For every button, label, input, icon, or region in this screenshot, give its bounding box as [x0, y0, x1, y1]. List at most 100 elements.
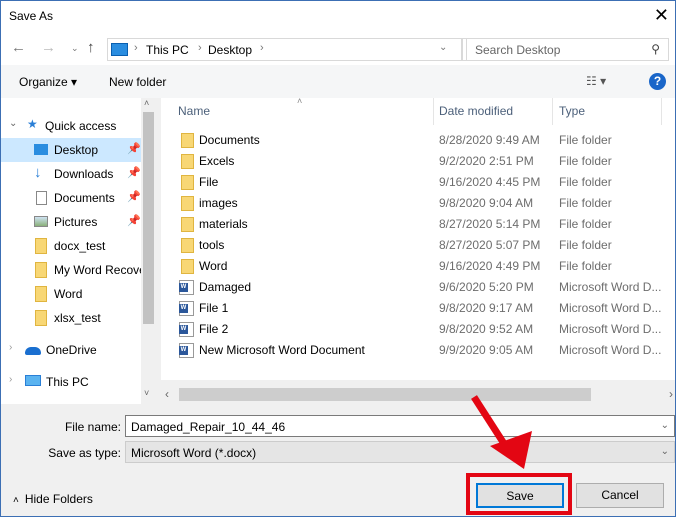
close-icon[interactable]: ✕	[654, 5, 669, 26]
scroll-up-icon[interactable]: ˄	[144, 98, 149, 108]
column-header-name[interactable]: Name	[178, 104, 210, 118]
scroll-left-icon[interactable]: ‹	[165, 387, 169, 401]
file-type: Microsoft Word D...	[559, 301, 662, 315]
horizontal-scrollbar[interactable]: ‹ ›	[161, 386, 675, 404]
breadcrumb-desktop[interactable]: Desktop	[208, 43, 252, 57]
sidebar-item-documents[interactable]: Documents 📌	[1, 186, 141, 210]
save-type-select[interactable]: Microsoft Word (*.docx) ⌄	[125, 441, 675, 463]
scroll-right-icon[interactable]: ›	[669, 387, 673, 401]
file-name: tools	[199, 238, 225, 252]
back-arrow-icon[interactable]: ←	[11, 39, 26, 56]
file-row[interactable]: Word 9/16/2020 4:49 PM File folder	[161, 255, 675, 276]
pin-icon: 📌	[127, 143, 141, 155]
word-document-icon: W	[179, 343, 194, 358]
sidebar-label: xlsx_test	[54, 311, 101, 325]
file-type: File folder	[559, 238, 612, 252]
up-arrow-icon[interactable]: ↑	[87, 39, 95, 56]
column-header-type[interactable]: Type	[559, 104, 585, 118]
sidebar-item-quick-access[interactable]: ⌄ ★ Quick access	[1, 114, 141, 138]
file-type: File folder	[559, 259, 612, 273]
file-row[interactable]: W File 1 9/8/2020 9:17 AM Microsoft Word D.…	[161, 297, 675, 318]
search-placeholder: Search Desktop	[475, 43, 561, 57]
filename-input[interactable]: Damaged_Repair_10_44_46 ⌄	[125, 415, 675, 437]
file-type: File folder	[559, 175, 612, 189]
file-type: File folder	[559, 133, 612, 147]
this-pc-icon	[111, 43, 128, 56]
help-icon[interactable]: ?	[649, 73, 666, 90]
sidebar-label: Downloads	[54, 167, 114, 181]
cloud-icon	[25, 347, 41, 355]
scroll-down-icon[interactable]: ˅	[144, 388, 149, 398]
save-type-label: Save as type:	[48, 446, 121, 460]
document-icon	[36, 191, 47, 205]
file-row[interactable]: Documents 8/28/2020 9:49 AM File folder	[161, 129, 675, 150]
sidebar-item-word[interactable]: Word	[1, 282, 141, 306]
file-name: New Microsoft Word Document	[199, 343, 365, 357]
sidebar-label: This PC	[46, 375, 89, 389]
organize-button[interactable]: Organize ▾	[19, 75, 77, 89]
chevron-down-icon[interactable]: ⌄	[661, 446, 669, 457]
file-date: 9/8/2020 9:04 AM	[439, 196, 534, 210]
sidebar-scrollbar[interactable]: ˄ ˅	[141, 98, 156, 404]
hide-folders-button[interactable]: ˄ Hide Folders	[13, 492, 93, 506]
file-row[interactable]: W New Microsoft Word Document 9/9/2020 9:0…	[161, 339, 675, 360]
folder-icon	[181, 259, 194, 274]
file-date: 8/28/2020 9:49 AM	[439, 133, 540, 147]
sidebar-label: Desktop	[54, 143, 99, 157]
chevron-down-icon[interactable]: ⌄	[9, 118, 17, 129]
folder-icon	[181, 154, 194, 169]
sidebar-item-docx-test[interactable]: docx_test	[1, 234, 141, 258]
sidebar-item-my-word-recovery[interactable]: My Word Recove	[1, 258, 141, 282]
folder-icon	[35, 262, 47, 278]
file-name: images	[199, 196, 238, 210]
chevron-down-icon[interactable]: ⌄	[439, 42, 447, 53]
file-date: 8/27/2020 5:14 PM	[439, 217, 541, 231]
file-row[interactable]: File 9/16/2020 4:45 PM File folder	[161, 171, 675, 192]
file-name: materials	[199, 217, 248, 231]
address-bar[interactable]: › This PC › Desktop › ⌄	[107, 38, 462, 61]
file-name: File	[199, 175, 219, 189]
sidebar-item-downloads[interactable]: ↓ Downloads 📌	[1, 162, 141, 186]
folder-icon	[35, 310, 47, 326]
file-date: 9/16/2020 4:45 PM	[439, 175, 541, 189]
new-folder-button[interactable]: New folder	[109, 75, 166, 89]
sidebar-item-desktop[interactable]: Desktop 📌	[1, 138, 141, 162]
sidebar-item-this-pc[interactable]: › This PC	[1, 370, 141, 394]
sidebar-label: Documents	[54, 191, 115, 205]
sidebar-label: Quick access	[45, 119, 117, 133]
recent-locations-icon[interactable]: ⌄	[71, 43, 79, 54]
file-row[interactable]: W Damaged 9/6/2020 5:20 PM Microsoft Word D…	[161, 276, 675, 297]
sidebar-item-xlsx-test[interactable]: xlsx_test	[1, 306, 141, 330]
chevron-down-icon[interactable]: ⌄	[661, 420, 669, 431]
file-row[interactable]: W File 2 9/8/2020 9:52 AM Microsoft Word D.…	[161, 318, 675, 339]
sidebar-label: Pictures	[54, 215, 98, 229]
file-row[interactable]: materials 8/27/2020 5:14 PM File folder	[161, 213, 675, 234]
sidebar-label: OneDrive	[46, 343, 97, 357]
column-divider[interactable]	[661, 98, 662, 125]
navigation-bar: ← → ⌄ ↑ › This PC › Desktop › ⌄ ↻ Search…	[1, 33, 675, 65]
sidebar-item-onedrive[interactable]: › OneDrive	[1, 338, 141, 362]
forward-arrow-icon[interactable]: →	[41, 39, 56, 56]
chevron-right-icon[interactable]: ›	[9, 374, 12, 385]
file-row[interactable]: images 9/8/2020 9:04 AM File folder	[161, 192, 675, 213]
file-row[interactable]: Excels 9/2/2020 2:51 PM File folder	[161, 150, 675, 171]
chevron-right-icon[interactable]: ›	[9, 342, 12, 353]
file-type: File folder	[559, 154, 612, 168]
search-input[interactable]: Search Desktop ⚲	[466, 38, 669, 61]
cancel-button[interactable]: Cancel	[576, 483, 664, 508]
chevron-right-icon: ›	[198, 42, 202, 54]
scroll-thumb[interactable]	[143, 112, 154, 324]
view-options-icon[interactable]: ☷ ▾	[586, 74, 606, 88]
file-row[interactable]: tools 8/27/2020 5:07 PM File folder	[161, 234, 675, 255]
word-document-icon: W	[179, 322, 194, 337]
file-type: Microsoft Word D...	[559, 343, 662, 357]
file-date: 8/27/2020 5:07 PM	[439, 238, 541, 252]
breadcrumb-this-pc[interactable]: This PC	[146, 43, 189, 57]
file-type: Microsoft Word D...	[559, 322, 662, 336]
column-divider[interactable]	[433, 98, 434, 125]
filename-value: Damaged_Repair_10_44_46	[131, 420, 286, 434]
column-header-date[interactable]: Date modified	[439, 104, 513, 118]
save-button[interactable]: Save	[476, 483, 564, 508]
sidebar-item-pictures[interactable]: Pictures 📌	[1, 210, 141, 234]
column-divider[interactable]	[552, 98, 553, 125]
